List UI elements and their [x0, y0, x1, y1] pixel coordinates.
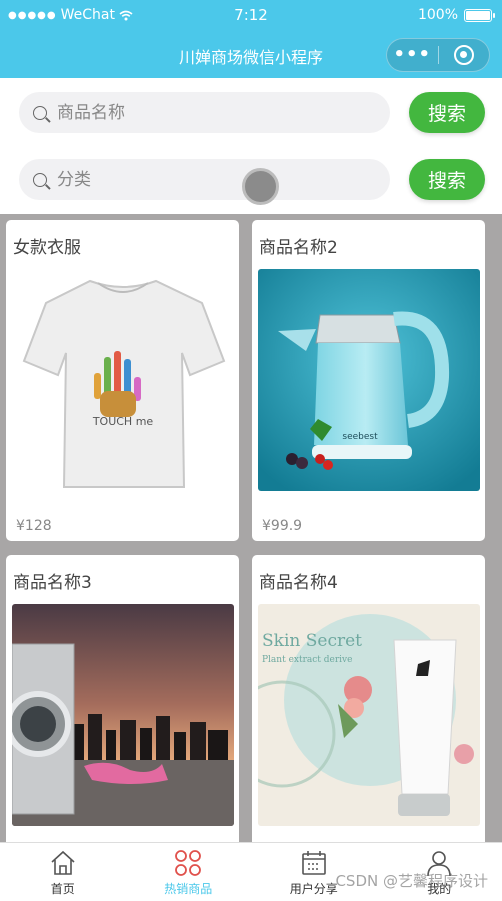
- battery-group: 100%: [417, 7, 495, 23]
- navigation-bar: 川婵商场微信小程序 •••: [0, 32, 502, 78]
- product-price: ¥128: [16, 518, 52, 534]
- product-image-skincare: Skin Secret Plant extract derive: [258, 604, 480, 826]
- tab-user-share-label: 用户分享: [289, 882, 338, 896]
- tab-hot-goods[interactable]: 热销商品: [126, 843, 252, 901]
- tab-home[interactable]: 首页: [0, 843, 126, 901]
- product-image-kettle: seebest: [258, 269, 480, 491]
- tshirt-print-text: TOUCH me: [92, 415, 154, 428]
- battery-icon: [464, 8, 495, 22]
- close-mini-program-button[interactable]: [438, 45, 489, 65]
- category-search-box[interactable]: [19, 159, 390, 200]
- floating-touch-indicator: [242, 168, 279, 205]
- status-bar: ●●●●● WeChat 7:12 100%: [0, 0, 502, 32]
- search-icon: [33, 105, 47, 120]
- product-name: 商品名称3: [13, 573, 92, 593]
- category-search-input[interactable]: [57, 169, 337, 190]
- product-card[interactable]: 商品名称2 seebest ¥99.9: [252, 220, 485, 541]
- battery-percent: 100%: [417, 7, 458, 23]
- product-name: 商品名称4: [259, 573, 338, 593]
- mini-program-capsule: •••: [386, 38, 490, 72]
- product-image-tshirt: TOUCH me: [12, 269, 234, 491]
- product-name: 女款衣服: [13, 238, 81, 258]
- product-search-box[interactable]: [19, 92, 390, 133]
- product-price: ¥99.9: [262, 518, 303, 534]
- product-card[interactable]: 商品名称4 Skin Secret Plant extract derive: [252, 555, 485, 842]
- product-image-washing-machine: [12, 604, 234, 826]
- search-icon: [33, 172, 47, 187]
- search-row-product: 搜索: [0, 79, 502, 145]
- csdn-watermark: CSDN @艺馨程序设计: [335, 872, 488, 890]
- product-card[interactable]: 女款衣服 TOUCH me ¥128: [6, 220, 239, 541]
- more-menu-button[interactable]: •••: [387, 46, 438, 64]
- product-card[interactable]: 商品名称3: [6, 555, 239, 842]
- target-icon: [453, 45, 474, 65]
- product-search-button[interactable]: 搜索: [409, 92, 485, 133]
- tab-home-label: 首页: [50, 882, 75, 896]
- skin-subtitle-text: Plant extract derive: [262, 655, 352, 665]
- hot-goods-icon: [175, 850, 202, 876]
- product-name: 商品名称2: [259, 238, 338, 258]
- home-icon: [51, 850, 75, 875]
- product-grid: 女款衣服 TOUCH me ¥128 商品名称2 seebest ¥99.9 商…: [0, 214, 502, 842]
- kettle-brand-text: seebest: [342, 432, 378, 442]
- skin-title-text: Skin Secret: [262, 631, 362, 651]
- category-search-button[interactable]: 搜索: [409, 159, 485, 200]
- share-calendar-icon: [301, 851, 326, 875]
- tab-hot-goods-label: 热销商品: [164, 882, 213, 896]
- product-search-input[interactable]: [57, 102, 337, 123]
